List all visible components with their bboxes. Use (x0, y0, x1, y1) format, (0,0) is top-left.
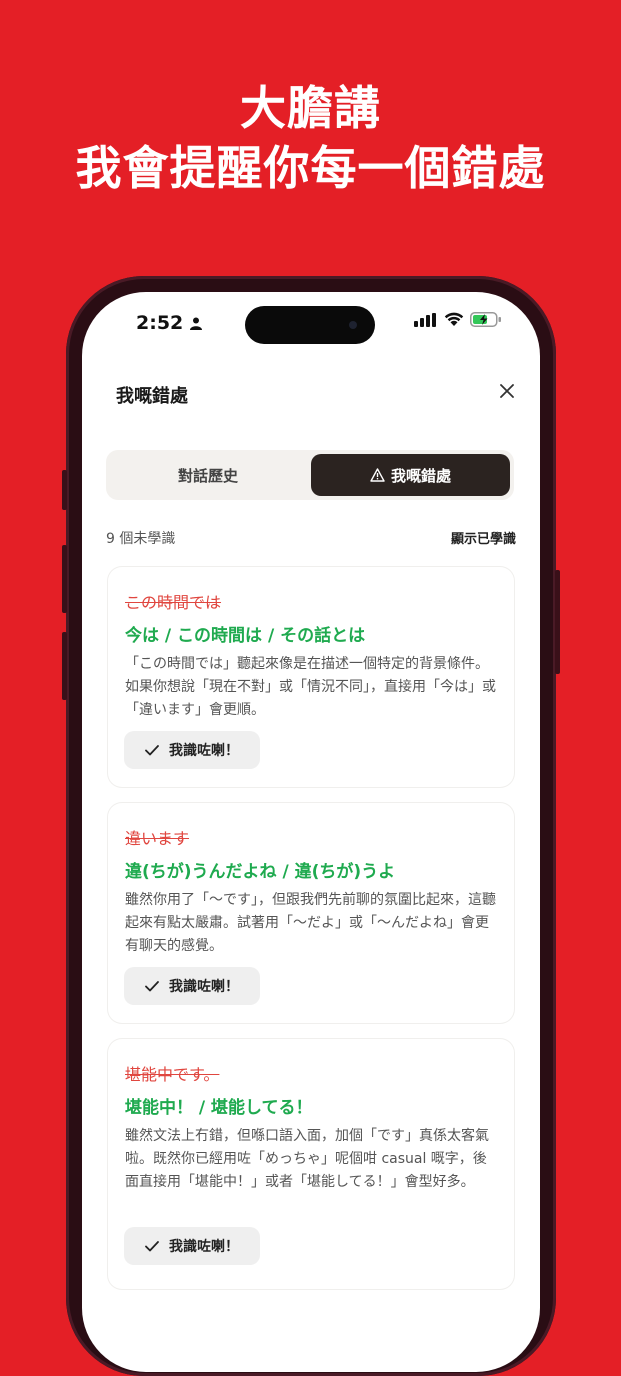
headline-line-2: 我會提醒你每一個錯處 (75, 141, 546, 195)
mark-learned-button[interactable]: 我識咗喇！ (124, 1227, 260, 1265)
tab-bar: 對話歷史 我嘅錯處 (106, 450, 514, 500)
close-button[interactable] (494, 378, 520, 404)
phone-power-button (555, 570, 560, 674)
mistake-card: 堪能中です。 堪能中！ / 堪能してる！ 雖然文法上冇錯，但喺口語入面，加個「で… (108, 1039, 514, 1289)
warning-icon (370, 468, 385, 482)
correct-phrase: 違(ちが)うんだよね / 違(ちが)うよ (125, 862, 396, 882)
wifi-icon (444, 312, 464, 326)
show-learned-link[interactable]: 顯示已學識 (451, 528, 516, 547)
person-icon (189, 317, 202, 330)
tab-my-mistakes[interactable]: 我嘅錯處 (311, 454, 510, 496)
close-icon (500, 384, 514, 398)
explanation-text: 雖然你用了「〜です」，但跟我們先前聊的氛圍比起來，這聽起來有點太嚴肅。試著用「〜… (125, 892, 496, 954)
check-icon (145, 980, 159, 991)
correct-phrase: 堪能中！ / 堪能してる！ (125, 1098, 313, 1118)
status-indicators (414, 312, 502, 327)
phone-screen: 2:52 我嘅錯處 對話歷史 我嘅錯處 9 個未學識 顯示已學識 この時間では … (82, 292, 540, 1372)
phone-volume-down-button (62, 632, 67, 700)
headline: 大膽講 我會提醒你每一個錯處 (0, 78, 621, 198)
unlearned-count: 9 個未學識 (106, 531, 176, 547)
correct-phrase: 今は / この時間は / その話とは (125, 626, 366, 646)
dynamic-island (245, 306, 375, 344)
explanation-text: 雖然文法上冇錯，但喺口語入面，加個「です」真係太客氣啦。既然你已經用咗「めっちゃ… (125, 1128, 489, 1190)
status-time: 2:52 (136, 312, 202, 334)
battery-charging-icon (470, 312, 501, 327)
wrong-phrase: 堪能中です。 (125, 1065, 220, 1084)
page-title: 我嘅錯處 (116, 386, 188, 407)
mistake-card: 違います 違(ちが)うんだよね / 違(ちが)うよ 雖然你用了「〜です」，但跟我… (108, 803, 514, 1023)
wrong-phrase: この時間では (125, 593, 222, 612)
tab-conversation-history[interactable]: 對話歷史 (110, 454, 306, 496)
mark-learned-button[interactable]: 我識咗喇！ (124, 967, 260, 1005)
camera-icon (349, 321, 357, 329)
check-icon (145, 1240, 159, 1251)
mark-learned-button[interactable]: 我識咗喇！ (124, 731, 260, 769)
mistake-card: この時間では 今は / この時間は / その話とは 「この時間では」聽起來像是在… (108, 567, 514, 787)
phone-volume-up-button (62, 545, 67, 613)
cellular-signal-icon (414, 312, 436, 327)
wrong-phrase: 違います (125, 829, 190, 848)
explanation-text: 「この時間では」聽起來像是在描述一個特定的背景條件。如果你想說「現在不對」或「情… (125, 656, 496, 718)
check-icon (145, 744, 159, 755)
headline-line-1: 大膽講 (240, 81, 381, 135)
phone-action-button (62, 470, 67, 510)
